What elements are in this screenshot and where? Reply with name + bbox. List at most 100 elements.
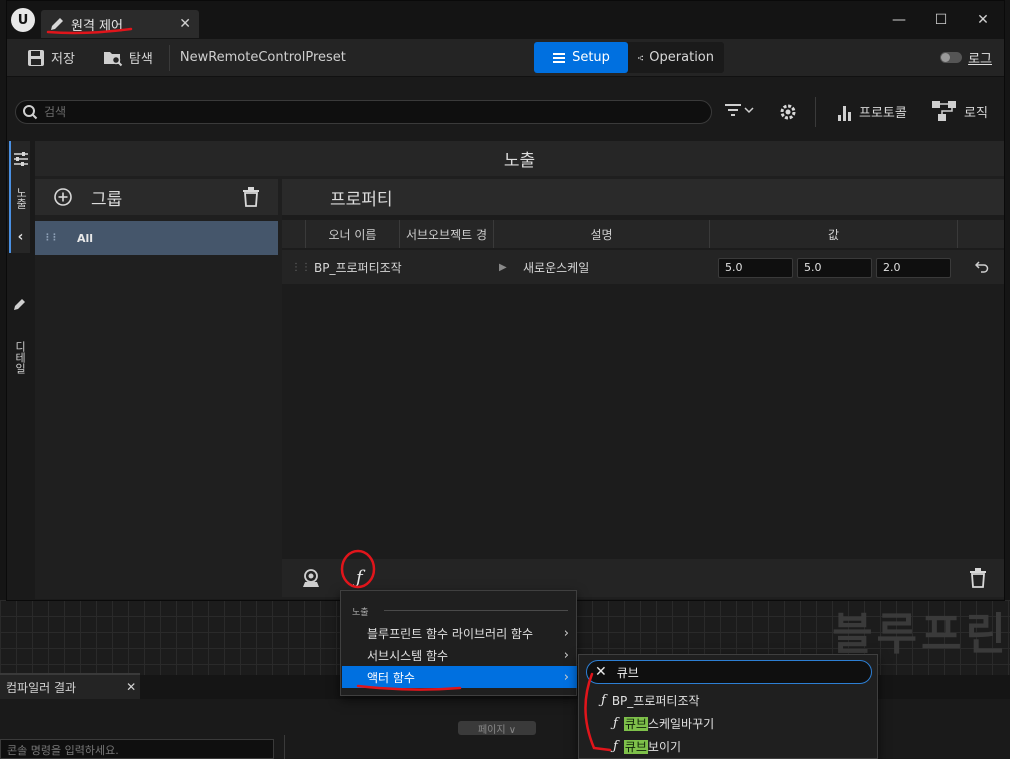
column-spacer	[958, 220, 1004, 248]
sliders-icon	[13, 152, 28, 166]
settings-button[interactable]	[777, 101, 799, 126]
pencil-icon	[13, 299, 25, 310]
function-icon: ƒ	[613, 739, 618, 754]
search-bar: 프로토콜 로직	[7, 91, 1004, 133]
setup-label: Setup	[572, 50, 610, 65]
section-title: 노출	[35, 141, 1004, 176]
divider	[168, 44, 170, 71]
folder-search-icon	[103, 51, 123, 66]
compiler-results-label: 컴파일러 결과	[6, 680, 77, 695]
menu-item-actor-functions[interactable]: 액터 함수 ›	[342, 666, 577, 688]
protocol-button[interactable]: 프로토콜	[837, 102, 907, 121]
divider	[384, 610, 568, 611]
chevron-right-icon: ›	[563, 625, 569, 641]
add-group-icon[interactable]	[53, 187, 73, 207]
title-bar: U 원격 제어 ✕ — ☐ ✕	[7, 1, 1004, 39]
toggle-switch[interactable]	[940, 52, 963, 63]
submenu-function-item[interactable]: ƒ 큐브보이기	[613, 738, 681, 755]
logic-button[interactable]: 로직	[932, 101, 988, 121]
property-row[interactable]: ⋮⋮ BP_프로퍼티조작 ▶ 새로운스케일 5.0 5.0 2.0	[282, 250, 1004, 284]
remote-control-window: U 원격 제어 ✕ — ☐ ✕ 저장 탐색 NewRemoteControlPr…	[6, 0, 1005, 601]
divider	[284, 735, 285, 759]
preset-name: NewRemoteControlPreset	[179, 50, 346, 65]
value-y-field[interactable]: 5.0	[797, 258, 872, 278]
tab-title: 원격 제어	[71, 18, 123, 34]
close-window-button[interactable]: ✕	[962, 3, 1004, 37]
sidebar-exposed-label: 노출	[14, 187, 28, 209]
menu-item-label: 서브시스템 함수	[367, 648, 449, 663]
setup-mode-button[interactable]: Setup	[534, 42, 628, 73]
value-z-field[interactable]: 2.0	[876, 258, 951, 278]
function-name: 스케일바꾸기	[647, 717, 715, 731]
clear-search-icon[interactable]: ✕	[595, 664, 607, 680]
search-icon	[23, 105, 38, 120]
submenu-function-item[interactable]: ƒ 큐브스케일바꾸기	[613, 715, 714, 732]
logic-graph-icon	[932, 101, 956, 121]
drag-handle-icon[interactable]: ⋮⋮	[291, 262, 311, 273]
properties-panel: 프로퍼티 오너 이름 서브오브젝트 경 설명 값 ⋮⋮ BP_프로퍼티조작 ▶ …	[282, 179, 1004, 559]
actor-functions-submenu: ✕ 큐브 ƒ BP_프로퍼티조작 ƒ 큐브스케일바꾸기 ƒ 큐브보이기	[578, 654, 878, 759]
operation-label: Operation	[649, 50, 714, 65]
filter-button[interactable]	[725, 103, 754, 117]
window-controls: — ☐ ✕	[878, 3, 1004, 37]
browse-button[interactable]: 탐색	[97, 44, 159, 72]
match-highlight: 큐브	[623, 717, 648, 731]
column-header-value[interactable]: 값	[710, 220, 958, 248]
column-headers: 오너 이름 서브오브젝트 경 설명 값	[282, 220, 1004, 248]
pencil-icon	[51, 18, 63, 30]
save-button[interactable]: 저장	[21, 44, 81, 72]
main-content: 노출 그룹 All 프로퍼티 오너 이름	[35, 141, 1004, 599]
column-spacer	[282, 220, 306, 248]
menu-item-label: 액터 함수	[367, 670, 415, 685]
page-button[interactable]: 페이지 ∨	[458, 721, 536, 736]
reset-icon[interactable]	[975, 261, 989, 273]
function-icon[interactable]: ƒ	[356, 567, 363, 588]
save-icon	[28, 49, 44, 66]
chevron-left-icon[interactable]: ‹	[18, 229, 24, 245]
console-input[interactable]: 콘솔 명령을 입력하세요.	[0, 739, 274, 759]
protocol-label: 프로토콜	[859, 106, 907, 121]
function-name: 보이기	[647, 740, 682, 754]
browse-label: 탐색	[128, 52, 153, 67]
close-icon[interactable]: ✕	[126, 680, 136, 694]
menu-item-blueprint-library[interactable]: 블루프린트 함수 라이브러리 함수 ›	[342, 622, 577, 644]
group-item-all[interactable]: All	[35, 221, 278, 255]
close-icon[interactable]: ✕	[179, 16, 191, 32]
function-context-menu: 노출 블루프린트 함수 라이브러리 함수 › 서브시스템 함수 › 액터 함수 …	[340, 590, 577, 696]
property-description: 새로운스케일	[523, 260, 590, 275]
groups-title: 그룹	[91, 189, 123, 210]
match-highlight: 큐브	[623, 740, 648, 754]
submenu-category[interactable]: ƒ BP_프로퍼티조작	[601, 692, 700, 709]
operation-mode-button[interactable]: Operation	[628, 42, 724, 73]
menu-item-subsystem[interactable]: 서브시스템 함수 ›	[342, 644, 577, 666]
properties-title: 프로퍼티	[282, 179, 1004, 215]
main-toolbar: 저장 탐색 NewRemoteControlPreset	[7, 39, 1004, 77]
search-field[interactable]	[15, 100, 712, 124]
expand-arrow-icon[interactable]: ▶	[499, 262, 507, 273]
filter-icon	[725, 104, 741, 116]
submenu-search-text: 큐브	[616, 665, 639, 680]
document-tab[interactable]: 원격 제어 ✕	[41, 10, 199, 38]
log-toggle[interactable]: 로그	[940, 48, 992, 67]
sidebar-tab-exposed[interactable]: 노출 ‹	[9, 141, 30, 253]
value-x-field[interactable]: 5.0	[718, 258, 793, 278]
menu-section-label: 노출	[352, 608, 369, 618]
maximize-button[interactable]: ☐	[920, 3, 962, 37]
column-header-description[interactable]: 설명	[494, 220, 710, 248]
logic-label: 로직	[964, 105, 988, 121]
actor-icon[interactable]	[300, 567, 322, 589]
minimize-button[interactable]: —	[878, 3, 920, 37]
sidebar-details-label: 디테일	[13, 341, 27, 374]
function-icon: ƒ	[613, 716, 618, 731]
submenu-search-field[interactable]: ✕ 큐브	[586, 660, 872, 684]
groups-header: 그룹	[35, 179, 278, 215]
trash-icon[interactable]	[242, 187, 260, 207]
chevron-right-icon: ›	[563, 647, 569, 663]
column-header-owner[interactable]: 오너 이름	[306, 220, 400, 248]
sidebar-tab-details[interactable]: 디테일	[9, 297, 30, 387]
column-header-subobject[interactable]: 서브오브젝트 경	[400, 220, 494, 248]
compiler-results-tab[interactable]: 컴파일러 결과 ✕	[0, 673, 140, 699]
unreal-logo-icon: U	[11, 8, 35, 32]
search-input[interactable]	[44, 105, 684, 119]
trash-icon[interactable]	[969, 568, 987, 588]
